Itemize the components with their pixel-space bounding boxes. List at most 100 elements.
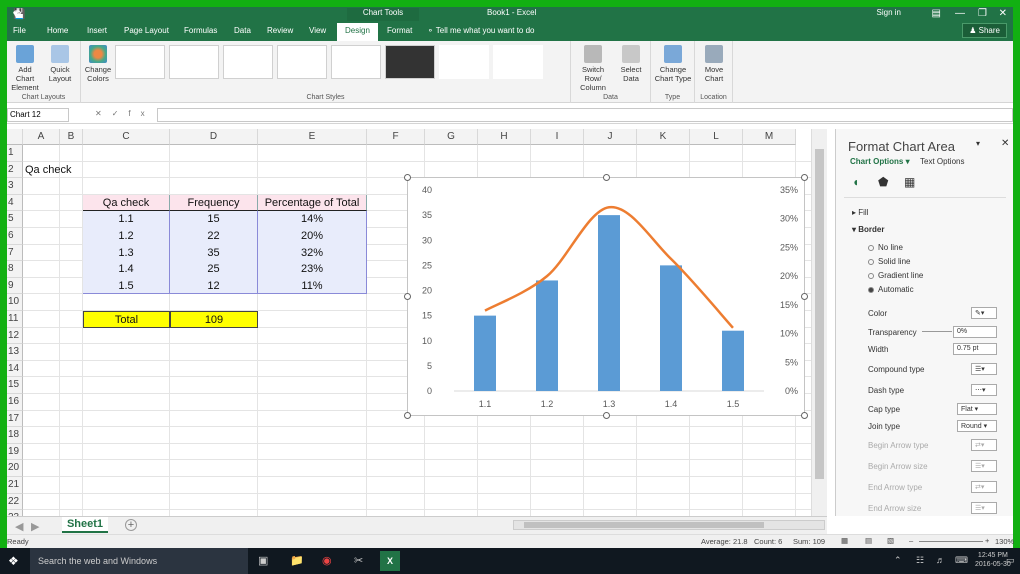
y-axis-tick-label[interactable]: 20 (422, 286, 432, 296)
column-header[interactable]: C (83, 129, 170, 145)
resize-handle-b[interactable] (603, 412, 610, 419)
customize-qat-icon[interactable]: ▾ (13, 9, 18, 20)
resize-handle-r[interactable] (801, 293, 808, 300)
no-line-option[interactable]: No line (868, 243, 903, 252)
column-header[interactable]: I (531, 129, 584, 145)
y-axis-tick-label[interactable]: 35 (422, 210, 432, 220)
row-header[interactable]: 9 (7, 277, 23, 295)
formula-input[interactable] (157, 108, 1013, 122)
column-header[interactable]: K (637, 129, 690, 145)
y-axis-tick-label[interactable]: 5 (427, 361, 432, 371)
row-header[interactable]: 6 (7, 228, 23, 245)
total-label-cell[interactable]: Total (83, 311, 170, 328)
column-header[interactable]: A (23, 129, 60, 145)
tell-me-box[interactable]: ⚬ Tell me what you want to do (427, 26, 535, 35)
row-header[interactable]: 3 (7, 178, 23, 195)
table-data-cell[interactable]: 1.2 (83, 228, 170, 245)
row-header[interactable]: 7 (7, 244, 23, 262)
width-input[interactable]: 0.75 pt (953, 343, 997, 355)
chart-style-4[interactable] (277, 45, 327, 79)
tab-format[interactable]: Format (387, 26, 412, 35)
name-box[interactable]: Chart 12 (7, 108, 69, 122)
compound-type-dropdown[interactable]: ☰▾ (971, 363, 997, 375)
select-data-button[interactable]: Select Data (615, 45, 647, 83)
effects-icon[interactable]: ⬟ (878, 175, 888, 189)
cancel-icon[interactable]: ✕ (95, 109, 112, 118)
keyboard-icon[interactable]: ⌨ (955, 555, 968, 566)
resize-handle-t[interactable] (603, 174, 610, 181)
change-colors-button[interactable]: Change Colors (83, 45, 113, 83)
border-section[interactable]: ▾ Border (852, 225, 884, 234)
table-header-cell[interactable]: Percentage of Total (258, 194, 367, 212)
sheet-tab-sheet1[interactable]: Sheet1 (62, 517, 108, 533)
table-data-cell[interactable]: 11% (258, 277, 367, 295)
x-axis-tick-label[interactable]: 1.3 (603, 399, 616, 409)
tray-chevron-icon[interactable]: ⌃ (894, 555, 902, 566)
next-sheet-icon[interactable]: ▶ (31, 520, 39, 533)
vertical-scrollbar[interactable] (811, 129, 827, 516)
row-header[interactable]: 17 (7, 410, 23, 428)
row-header[interactable]: 19 (7, 443, 23, 461)
table-header-cell[interactable]: Qa check (83, 194, 170, 212)
column-header[interactable]: L (690, 129, 743, 145)
resize-handle-br[interactable] (801, 412, 808, 419)
chart-style-8[interactable] (493, 45, 543, 79)
table-data-cell[interactable]: 23% (258, 261, 367, 278)
chart-style-5[interactable] (331, 45, 381, 79)
share-button[interactable]: ♟ Share (962, 23, 1007, 38)
begin-arrow-size-dropdown[interactable]: ☰▾ (971, 460, 997, 472)
bar-1-2[interactable] (536, 280, 558, 391)
sign-in-link[interactable]: Sign in (877, 8, 901, 17)
page-layout-view-icon[interactable]: ▤ (865, 536, 872, 545)
column-header[interactable]: D (170, 129, 258, 145)
tab-page-layout[interactable]: Page Layout (124, 26, 169, 35)
y2-axis-tick-label[interactable]: 25% (780, 242, 798, 252)
y2-axis-tick-label[interactable]: 5% (785, 357, 798, 367)
table-data-cell[interactable]: 1.3 (83, 244, 170, 262)
bar-1-5[interactable] (722, 330, 744, 391)
x-axis-tick-label[interactable]: 1.5 (727, 399, 740, 409)
y2-axis-tick-label[interactable]: 30% (780, 214, 798, 224)
vertical-scroll-thumb[interactable] (815, 149, 824, 479)
restore-icon[interactable]: ❐ (978, 8, 987, 19)
chart-style-6[interactable] (385, 45, 435, 79)
table-data-cell[interactable]: 14% (258, 211, 367, 228)
table-data-cell[interactable]: 20% (258, 228, 367, 245)
windows-start-icon[interactable]: ❖ (8, 554, 19, 568)
chart-style-7[interactable] (439, 45, 489, 79)
pane-options-icon[interactable]: ▾ (976, 139, 980, 148)
y2-axis-tick-label[interactable]: 10% (780, 329, 798, 339)
new-sheet-button[interactable]: + (125, 519, 137, 531)
table-header-cell[interactable]: Frequency (170, 194, 258, 212)
zoom-level[interactable]: 130% (995, 537, 1014, 546)
ribbon-display-options-icon[interactable]: ▤ (932, 8, 941, 19)
fill-section[interactable]: ▸ Fill (852, 208, 868, 217)
network-icon[interactable]: ☷ (916, 555, 924, 566)
x-axis-tick-label[interactable]: 1.2 (541, 399, 554, 409)
row-header[interactable]: 13 (7, 344, 23, 361)
dash-type-dropdown[interactable]: ⋯▾ (971, 384, 997, 396)
tab-view[interactable]: View (309, 26, 326, 35)
enter-icon[interactable]: ✓ (112, 109, 129, 118)
bar-1-4[interactable] (660, 265, 682, 391)
cap-type-dropdown[interactable]: Flat ▾ (957, 403, 997, 415)
end-arrow-type-dropdown[interactable]: ⇄▾ (971, 481, 997, 493)
row-header[interactable]: 12 (7, 327, 23, 345)
prev-sheet-icon[interactable]: ◀ (15, 520, 23, 533)
row-header[interactable]: 1 (7, 145, 23, 162)
table-data-cell[interactable]: 25 (170, 261, 258, 278)
snipping-tool-icon[interactable]: ✂ (354, 554, 363, 567)
table-data-cell[interactable]: 32% (258, 244, 367, 262)
close-icon[interactable]: ✕ (999, 8, 1007, 19)
automatic-option[interactable]: Automatic (868, 285, 914, 294)
switch-row-column-button[interactable]: Switch Row/ Column (573, 45, 613, 92)
transparency-slider[interactable] (922, 331, 952, 332)
worksheet-grid[interactable]: A B C D E F G H I J K L M 1 2 3 4 5 6 7 8 9 10 11 12 13 14 15 16 17 18… (7, 129, 827, 516)
row-header[interactable]: 11 (7, 311, 23, 328)
move-chart-button[interactable]: Move Chart (697, 45, 731, 83)
add-chart-element-button[interactable]: Add Chart Element (9, 45, 41, 92)
no-line-radio[interactable] (868, 244, 874, 251)
tab-insert[interactable]: Insert (87, 26, 107, 35)
task-view-icon[interactable]: ▣ (258, 554, 268, 567)
combo-chart[interactable]: 40 35 30 25 20 15 10 5 0 35% 30% 25% 20% 15% 10% 5% 0% 1.… (404, 174, 808, 419)
